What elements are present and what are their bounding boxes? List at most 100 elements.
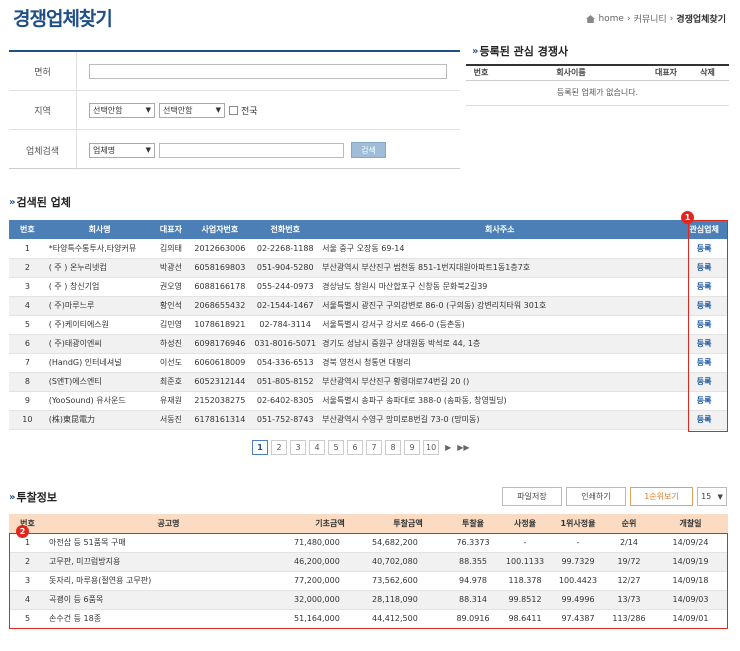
bid-cell-title: 손수건 등 18종 <box>46 609 291 629</box>
cell-phone: 02-6402-8305 <box>251 391 320 411</box>
page-button[interactable]: 2 <box>271 440 287 455</box>
cell-address: 부산광역시 수영구 망미로8번길 73-0 (망미동) <box>319 410 681 430</box>
cell-interest: 등록 <box>680 410 728 430</box>
print-button[interactable]: 인쇄하기 <box>566 487 626 506</box>
region-select-2[interactable]: 선택안함 ▼ <box>159 102 225 118</box>
page-button[interactable]: 6 <box>347 440 363 455</box>
chevron-right-icon: › <box>669 13 674 24</box>
register-link[interactable]: 등록 <box>697 358 712 367</box>
table-row: 3( 주 ) 창신기업 권오영 6088166178 055-244-0973 경상남도… <box>9 277 728 297</box>
cell-ceo: 하성진 <box>153 334 189 354</box>
cell-company: (YooSound) 유사운드 <box>45 391 154 411</box>
page-button[interactable]: 7 <box>366 440 382 455</box>
nationwide-checkbox[interactable] <box>229 105 238 115</box>
cell-company: (株)東昆電力 <box>45 410 154 430</box>
cell-no: 4 <box>9 296 46 316</box>
found-heading: » 검색된 업체 <box>9 196 71 209</box>
bid-cell-rank: 13/73 <box>605 590 653 610</box>
next-page-icon[interactable]: ▶ <box>442 443 454 452</box>
breadcrumb-community[interactable]: 커뮤니티 <box>634 12 667 25</box>
watchlist-table: 번호 회사이름 대표자 삭제 등록된 업체가 없습니다. <box>466 64 729 106</box>
page-button[interactable]: 8 <box>385 440 401 455</box>
register-link[interactable]: 등록 <box>697 320 712 329</box>
company-search-label: 업체검색 <box>9 130 77 170</box>
register-link[interactable]: 등록 <box>697 301 712 310</box>
page-button[interactable]: 1 <box>252 440 268 455</box>
cell-company: ( 주)태광이엔씨 <box>45 334 154 354</box>
search-button[interactable]: 검색 <box>351 142 386 158</box>
search-type-select[interactable]: 업체명 ▼ <box>89 142 155 158</box>
home-icon[interactable] <box>586 14 596 23</box>
page-button[interactable]: 9 <box>404 440 420 455</box>
breadcrumb-home[interactable]: home <box>598 14 624 24</box>
bid-cell-rate: 94.978 <box>447 571 499 591</box>
bid-col-title: 공고명 <box>46 514 291 534</box>
cell-company: (S앤T)에스엔티 <box>45 372 154 392</box>
bid-cell-bid: 40,702,080 <box>369 552 447 572</box>
bid-cell-rate: 88.314 <box>447 590 499 610</box>
region-label: 지역 <box>9 91 77 129</box>
bid-cell-date: 14/09/03 <box>653 590 728 610</box>
table-row: 1 *타양특수통투사,타양커뮤 김의태 2012663006 02-2268-1188 서… <box>9 239 728 259</box>
register-link[interactable]: 등록 <box>697 339 712 348</box>
cell-company: ( 주)케이티에스원 <box>45 315 154 335</box>
company-search-input[interactable] <box>159 142 344 158</box>
register-link[interactable]: 등록 <box>697 282 712 291</box>
table-row: 8 (S앤T)에스엔티 최준호 6052312144 051-805-8152 부산광역시… <box>9 372 728 392</box>
license-row: 면허 <box>9 52 460 91</box>
cell-biz-no: 2152038275 <box>188 391 252 411</box>
region-select-1[interactable]: 선택안함 ▼ <box>89 102 155 118</box>
col-ceo: 대표자 <box>153 220 189 239</box>
cell-phone: 02-1544-1467 <box>251 296 320 316</box>
page-button[interactable]: 5 <box>328 440 344 455</box>
company-search-row: 업체검색 업체명 ▼ 검색 <box>9 130 460 170</box>
register-link[interactable]: 등록 <box>697 377 712 386</box>
cell-no: 2 <box>9 258 46 278</box>
bid-cell-first: - <box>551 533 605 553</box>
file-save-button[interactable]: 파일저장 <box>502 487 562 506</box>
cell-interest: 등록 <box>680 315 728 335</box>
cell-biz-no: 2012663006 <box>188 239 252 259</box>
cell-address: 부산광역시 부산진구 황령대로74번길 20 () <box>319 372 681 392</box>
bid-cell-date: 14/09/19 <box>653 552 728 572</box>
first-rank-button[interactable]: 1순위보기 <box>630 487 693 506</box>
cell-no: 7 <box>9 353 46 373</box>
page-button[interactable]: 3 <box>290 440 306 455</box>
register-link[interactable]: 등록 <box>697 263 712 272</box>
table-row[interactable]: 5 손수건 등 18종 51,164,000 44,412,500 89.0916 98.… <box>9 609 728 629</box>
last-page-icon[interactable]: ▶▶ <box>457 443 469 452</box>
cell-interest: 등록 <box>680 277 728 297</box>
register-link[interactable]: 등록 <box>697 244 712 253</box>
cell-no: 9 <box>9 391 46 411</box>
register-link[interactable]: 등록 <box>697 415 712 424</box>
bid-col-rank: 순위 <box>605 514 653 534</box>
page-button[interactable]: 4 <box>309 440 325 455</box>
cell-interest: 등록 <box>680 296 728 316</box>
bid-cell-first: 100.4423 <box>551 571 605 591</box>
table-row[interactable]: 1 아전삽 등 51품목 구매 71,480,000 54,682,200 76.337… <box>9 533 728 553</box>
cell-ceo: 김민영 <box>153 315 189 335</box>
bid-cell-base: 71,480,000 <box>291 533 369 553</box>
cell-company: ( 주 ) 창신기업 <box>45 277 154 297</box>
table-row[interactable]: 2 고무판, 미끄럼방지용 46,200,000 40,702,080 88.355 10… <box>9 552 728 572</box>
page-title: 경쟁업체찾기 <box>13 8 113 30</box>
page-button[interactable]: 10 <box>423 440 440 455</box>
bid-cell-bid: 54,682,200 <box>369 533 447 553</box>
table-row: 9 (YooSound) 유사운드 유재원 2152038275 02-6402-830… <box>9 391 728 411</box>
cell-phone: 054-336-6513 <box>251 353 320 373</box>
per-page-select[interactable]: 15 ▼ <box>697 487 727 506</box>
bid-cell-adj: 99.8512 <box>499 590 551 610</box>
cell-ceo: 유재원 <box>153 391 189 411</box>
bid-cell-first: 97.4387 <box>551 609 605 629</box>
register-link[interactable]: 등록 <box>697 396 712 405</box>
cell-company: ( 주)마루느루 <box>45 296 154 316</box>
license-input[interactable] <box>89 63 447 79</box>
table-row[interactable]: 4 곡괭이 등 6품목 32,000,000 28,118,090 88.314 99.8… <box>9 590 728 610</box>
bid-cell-rate: 89.0916 <box>447 609 499 629</box>
bid-cell-bid: 28,118,090 <box>369 590 447 610</box>
table-row[interactable]: 3 돗자리, 마루용(절연용 고무판) 77,200,000 73,562,600 94… <box>9 571 728 591</box>
cell-ceo: 이선도 <box>153 353 189 373</box>
bid-cell-base: 77,200,000 <box>291 571 369 591</box>
annotation-badge-1: 1 <box>681 211 694 224</box>
cell-company: (HandG) 인터네셔널 <box>45 353 154 373</box>
